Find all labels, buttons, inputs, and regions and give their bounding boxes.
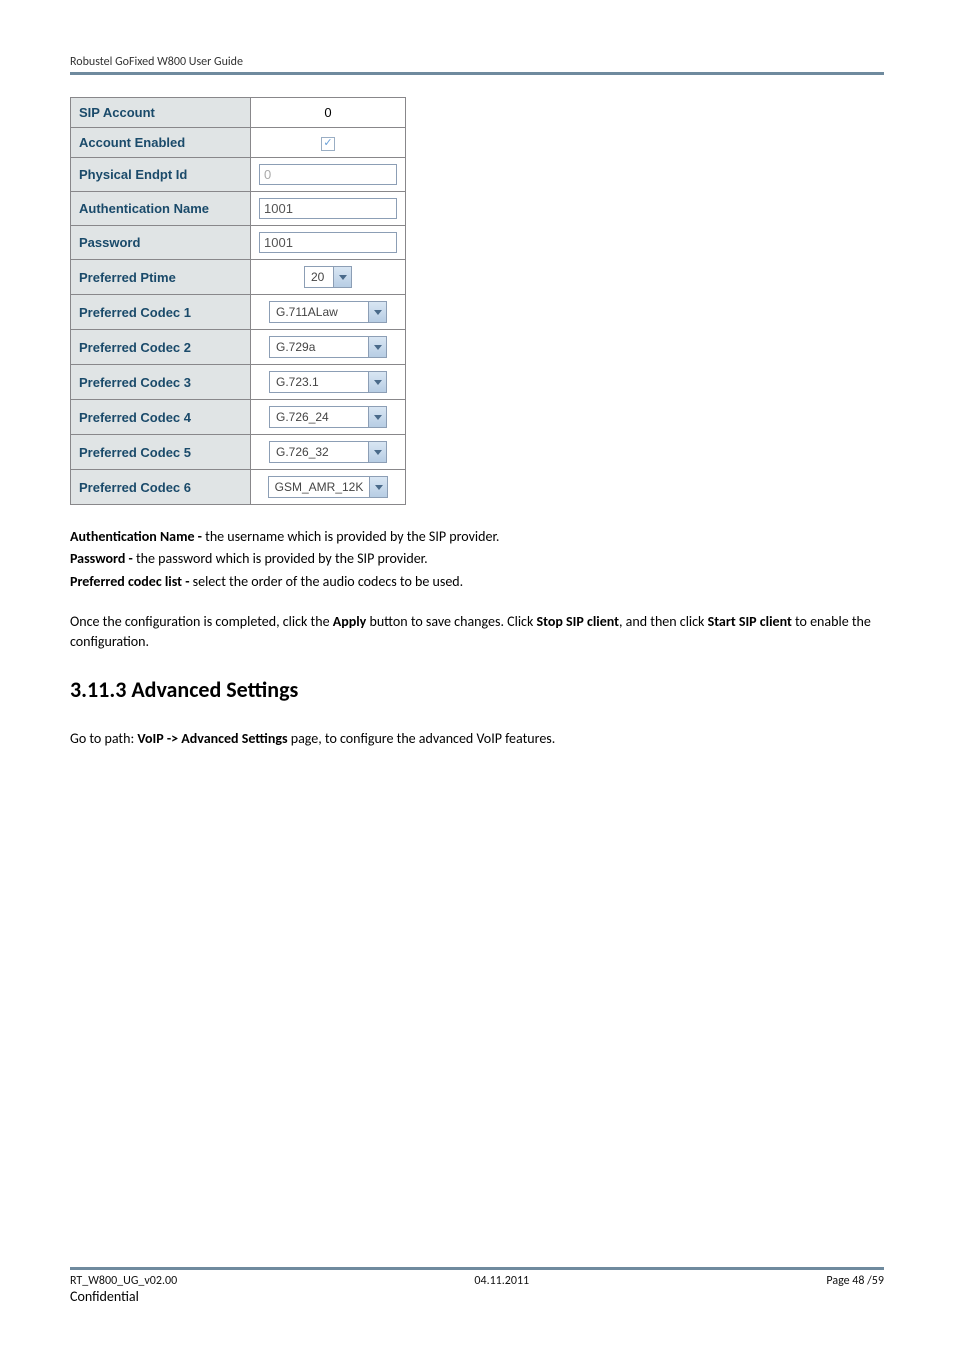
config-value: 20: [251, 260, 406, 295]
account-enabled-checkbox[interactable]: ✓: [321, 137, 335, 151]
footer-doc-id: RT_W800_UG_v02.00: [70, 1274, 177, 1288]
config-label: Preferred Codec 4: [71, 400, 251, 435]
config-label: Preferred Codec 3: [71, 365, 251, 400]
select-value: G.729a: [270, 337, 368, 357]
table-row: Physical Endpt Id 0: [71, 158, 406, 192]
select-value: G.726_32: [270, 442, 368, 462]
select-value: G.726_24: [270, 407, 368, 427]
config-value: G.711ALaw: [251, 295, 406, 330]
password-input[interactable]: 1001: [259, 232, 397, 253]
footer: RT_W800_UG_v02.00 04.11.2011 Page 48 /59…: [70, 1267, 884, 1305]
table-row: Preferred Codec 3 G.723.1: [71, 365, 406, 400]
table-row: SIP Account0: [71, 98, 406, 128]
config-value: G.726_32: [251, 435, 406, 470]
config-label: Physical Endpt Id: [71, 158, 251, 192]
preferred-codec-3-select[interactable]: G.723.1: [269, 371, 387, 393]
config-value: 0: [251, 98, 406, 128]
config-label: Preferred Ptime: [71, 260, 251, 295]
header-rule: [70, 72, 884, 75]
preferred-codec-2-select[interactable]: G.729a: [269, 336, 387, 358]
config-value: GSM_AMR_12K: [251, 470, 406, 505]
footer-date: 04.11.2011: [474, 1274, 529, 1288]
config-label: Authentication Name: [71, 192, 251, 226]
config-value: 1001: [251, 226, 406, 260]
codec-list-label: Preferred codec list -: [70, 573, 189, 590]
password-label: Password -: [70, 550, 133, 567]
preferred-ptime-select[interactable]: 20: [304, 266, 352, 288]
footer-rule: [70, 1267, 884, 1270]
footer-confidential: Confidential: [70, 1288, 884, 1305]
config-label: Account Enabled: [71, 128, 251, 158]
authentication-name-input[interactable]: 1001: [259, 198, 397, 219]
path-instruction: Go to path: VoIP -> Advanced Settings pa…: [70, 729, 884, 749]
config-label: Preferred Codec 5: [71, 435, 251, 470]
config-label: Preferred Codec 1: [71, 295, 251, 330]
select-value: G.723.1: [270, 372, 368, 392]
preferred-codec-5-select[interactable]: G.726_32: [269, 441, 387, 463]
config-label: Preferred Codec 6: [71, 470, 251, 505]
physical-endpt-id-input[interactable]: 0: [259, 164, 397, 185]
auth-name-desc: the username which is provided by the SI…: [202, 528, 500, 545]
table-row: Preferred Codec 5 G.726_32: [71, 435, 406, 470]
chevron-down-icon[interactable]: [333, 267, 351, 287]
doc-header: Robustel GoFixed W800 User Guide: [70, 55, 884, 69]
config-label: Password: [71, 226, 251, 260]
chevron-down-icon[interactable]: [368, 372, 386, 392]
password-desc: the password which is provided by the SI…: [133, 550, 428, 567]
config-value: G.723.1: [251, 365, 406, 400]
checkmark-icon: ✓: [323, 138, 332, 149]
table-row: Password 1001: [71, 226, 406, 260]
instruction-paragraph: Once the configuration is completed, cli…: [70, 612, 884, 653]
select-value: 20: [305, 267, 333, 287]
table-row: Preferred Codec 2 G.729a: [71, 330, 406, 365]
config-value: ✓: [251, 128, 406, 158]
codec-list-desc: select the order of the audio codecs to …: [189, 573, 463, 590]
select-value: G.711ALaw: [270, 302, 368, 322]
chevron-down-icon[interactable]: [369, 477, 387, 497]
chevron-down-icon[interactable]: [368, 407, 386, 427]
table-row: Preferred Codec 6 GSM_AMR_12K: [71, 470, 406, 505]
preferred-codec-6-select[interactable]: GSM_AMR_12K: [268, 476, 389, 498]
config-label: SIP Account: [71, 98, 251, 128]
table-row: Authentication Name 1001: [71, 192, 406, 226]
config-label: Preferred Codec 2: [71, 330, 251, 365]
auth-name-label: Authentication Name -: [70, 528, 202, 545]
chevron-down-icon[interactable]: [368, 337, 386, 357]
section-heading: 3.11.3 Advanced Settings: [70, 676, 884, 703]
table-row: Account Enabled ✓: [71, 128, 406, 158]
sip-config-table: SIP Account0Account Enabled✓Physical End…: [70, 97, 406, 505]
chevron-down-icon[interactable]: [368, 442, 386, 462]
table-row: Preferred Codec 1 G.711ALaw: [71, 295, 406, 330]
select-value: GSM_AMR_12K: [269, 477, 370, 497]
config-value: G.726_24: [251, 400, 406, 435]
table-row: Preferred Codec 4 G.726_24: [71, 400, 406, 435]
config-value: G.729a: [251, 330, 406, 365]
config-value: 1001: [251, 192, 406, 226]
preferred-codec-4-select[interactable]: G.726_24: [269, 406, 387, 428]
chevron-down-icon[interactable]: [368, 302, 386, 322]
definitions: Authentication Name - the username which…: [70, 527, 884, 592]
footer-page: Page 48 /59: [826, 1274, 884, 1288]
preferred-codec-1-select[interactable]: G.711ALaw: [269, 301, 387, 323]
config-value: 0: [251, 158, 406, 192]
table-row: Preferred Ptime 20: [71, 260, 406, 295]
